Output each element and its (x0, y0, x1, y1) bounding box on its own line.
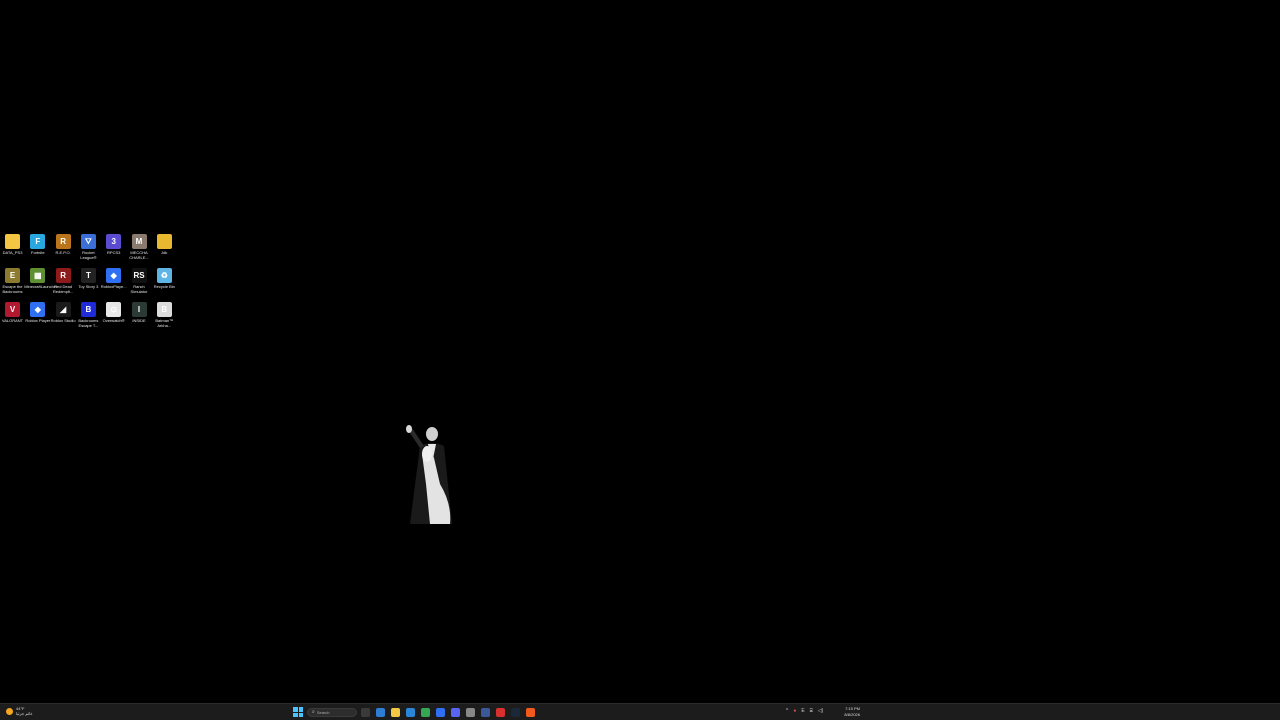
desktop-icon-label: Recycle Bin (153, 284, 175, 289)
task-view-icon[interactable] (361, 707, 370, 717)
taskbar-clock[interactable]: 7:15 PM 8/8/2026 (838, 706, 860, 717)
desktop-icon-label: MECCHA CHARLE... (129, 250, 149, 260)
desktop-icon-label: Backrooms Escape T... (78, 318, 99, 328)
overwatch-icon: ⊙ (106, 302, 122, 317)
desktop-icon-label: RobloxPlaye... (100, 284, 127, 289)
desktop-icon-label: Red Dead Redempti... (52, 284, 74, 294)
taskbar-center: ⌕ Search (293, 707, 535, 717)
taskbar-search[interactable]: ⌕ Search (307, 707, 357, 717)
desktop-icon[interactable]: B Backrooms Escape T... (76, 302, 101, 334)
settings-icon[interactable] (466, 707, 475, 717)
desktop-icon-label: Jdk (161, 250, 168, 255)
desktop-icon[interactable]: F Fortnite (25, 234, 50, 266)
meccha-charle-icon: M (131, 234, 147, 249)
opera-icon[interactable] (496, 707, 505, 717)
desktop-icon[interactable]: ▦ MinecraftLauncher (24, 268, 58, 300)
desktop-icon-label: Overwatch® (102, 318, 125, 323)
escape-backrooms-icon: E (5, 268, 20, 283)
inside-icon: I (131, 302, 147, 317)
batman-icon: B (156, 302, 172, 317)
folder-icon (5, 234, 20, 249)
chrome-icon[interactable] (421, 707, 430, 717)
backrooms-escape-icon: B (80, 302, 96, 317)
desktop-icon-label: Toy Story 3 (78, 284, 99, 289)
language-icon[interactable]: E (801, 708, 804, 714)
brave-icon[interactable] (526, 707, 535, 717)
desktop-icon-label: VALORANT (1, 318, 24, 323)
roblox-icon: ◆ (106, 268, 122, 283)
desktop-icon[interactable]: ◢ Roblox Studio (51, 302, 76, 334)
chevron-up-icon[interactable]: ^ (786, 708, 788, 714)
taskbar: 44°F غائم جزئيا ⌕ Search ^ ● E ⌸ ◁) 7:15… (0, 703, 1280, 720)
desktop-icon[interactable]: R Red Dead Redempti... (51, 268, 76, 300)
desktop-icon[interactable]: 3 RPCS3 (101, 234, 126, 266)
roblox-taskbar-icon[interactable] (436, 707, 445, 717)
red-dead-icon: R (55, 268, 71, 283)
desktop-icon[interactable]: M MECCHA CHARLE... (127, 234, 152, 266)
desktop-icon[interactable]: V VALORANT (0, 302, 25, 334)
store-icon[interactable] (406, 707, 415, 717)
search-placeholder: Search (316, 709, 330, 715)
desktop-icon[interactable]: RS Ranch Simulator (127, 268, 152, 300)
desktop-icon[interactable]: R R.E.P.O. (51, 234, 76, 266)
weather-widget[interactable]: 44°F غائم جزئيا (6, 706, 32, 716)
desktop-icon[interactable]: ⊙ Overwatch® (101, 302, 126, 334)
desktop-icon-label: INSIDE (132, 318, 146, 323)
desktop-icon[interactable]: Jdk (152, 234, 177, 266)
roblox-studio-icon: ◢ (55, 302, 71, 317)
desktop-icon-label: DATA_PS3 (2, 250, 23, 255)
rpcs3-icon: 3 (106, 234, 122, 249)
widgets-icon[interactable] (376, 707, 385, 717)
roblox-player-icon: ◆ (30, 302, 46, 317)
desktop-icon-label: Ranch Simulator (130, 284, 148, 294)
desktop-icon-label: Roblox Player (25, 318, 51, 323)
desktop-icon-label: Fortnite (31, 250, 45, 255)
system-tray: ^ ● E ⌸ ◁) (786, 708, 823, 714)
ranch-simulator-icon: RS (131, 268, 147, 283)
desktop-icon-label: Rocket League® (80, 250, 97, 260)
weather-sun-icon (6, 707, 13, 715)
fortnite-icon: F (30, 234, 46, 249)
folder-icon (156, 234, 172, 249)
toy-story-icon: T (80, 268, 96, 283)
desktop-icon-label: Batman™ Arkha... (155, 318, 174, 328)
wallpaper-image (400, 424, 456, 524)
app-icon[interactable] (481, 707, 490, 717)
steam-icon[interactable] (511, 707, 520, 717)
repo-icon: R (55, 234, 71, 249)
desktop: DATA_PS3 F Fortnite R R.E.P.O. ⛛ Rocket League… (0, 0, 1280, 703)
desktop-icon[interactable]: E Escape the Backrooms (0, 268, 25, 300)
desktop-icon[interactable]: DATA_PS3 (0, 234, 25, 266)
desktop-icon[interactable]: T Toy Story 3 (76, 268, 101, 300)
desktop-icon[interactable]: ◆ Roblox Player (25, 302, 50, 334)
desktop-icon-label: RPCS3 (107, 250, 121, 255)
desktop-icon[interactable]: I INSIDE (127, 302, 152, 334)
taskbar-pinned-apps (361, 707, 535, 717)
desktop-icon[interactable]: ⛛ Rocket League® (76, 234, 101, 266)
clock-date: 8/8/2026 (844, 711, 860, 717)
desktop-icon-label: Escape the Backrooms (2, 284, 23, 294)
search-icon: ⌕ (312, 709, 315, 715)
windows-logo-icon (293, 707, 298, 712)
minecraft-icon: ▦ (30, 268, 46, 283)
recycle-bin-icon: ♻ (156, 268, 172, 283)
desktop-icon[interactable]: B Batman™ Arkha... (152, 302, 177, 334)
desktop-icon[interactable]: ♻ Recycle Bin (152, 268, 177, 300)
desktop-icon[interactable]: ◆ RobloxPlaye... (100, 268, 127, 300)
rocket-league-icon: ⛛ (80, 234, 96, 249)
weather-desc: غائم جزئيا (16, 711, 33, 716)
desktop-icon-label: MinecraftLauncher (24, 284, 58, 289)
file-explorer-icon[interactable] (391, 707, 400, 717)
desktop-icon-label: R.E.P.O. (55, 250, 71, 255)
valorant-icon: V (5, 302, 20, 317)
discord-icon[interactable] (451, 707, 460, 717)
tray-app-icon[interactable]: ● (793, 708, 796, 714)
network-icon[interactable]: ⌸ (810, 708, 813, 714)
start-button[interactable] (293, 707, 303, 717)
volume-icon[interactable]: ◁) (818, 708, 824, 714)
desktop-icon-label: Roblox Studio (50, 318, 76, 323)
